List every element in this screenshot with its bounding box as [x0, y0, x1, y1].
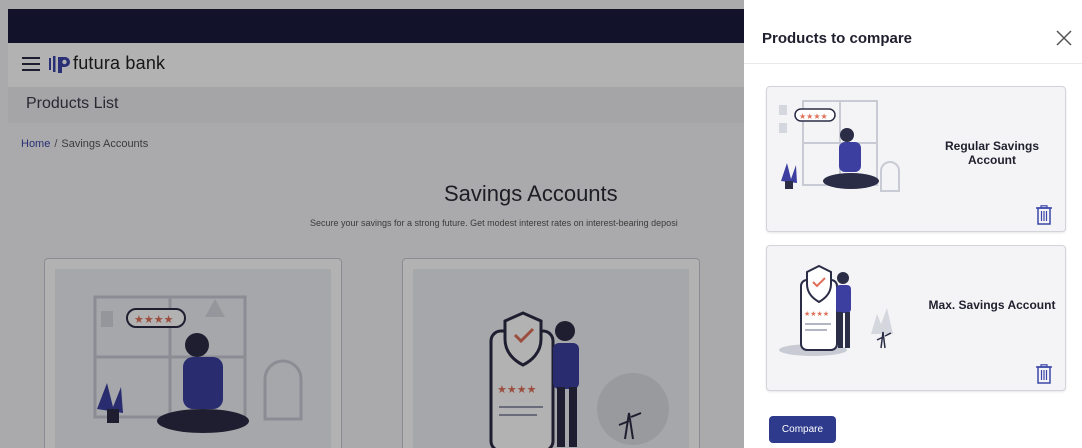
trash-icon[interactable]: [1035, 205, 1053, 225]
compare-item-max-savings: ★★★★ Max. Savings Account: [766, 245, 1066, 391]
compare-panel-title: Products to compare: [762, 30, 913, 47]
trash-icon[interactable]: [1035, 364, 1053, 384]
man-phone-shield-illustration: ★★★★: [779, 260, 893, 356]
modal-backdrop[interactable]: [0, 0, 744, 448]
compare-item-name: Regular Savings Account: [944, 139, 1040, 167]
compare-panel-header: Products to compare: [744, 0, 1082, 64]
woman-phone-illustration: ★★★★: [779, 100, 900, 192]
close-icon[interactable]: [1056, 30, 1072, 46]
compare-panel: Products to compare ★★★★ Regular Savings…: [744, 0, 1082, 448]
compare-item-regular-savings: ★★★★ Regular Savings Account: [766, 86, 1066, 232]
rating-stars: ★★★★: [799, 112, 828, 121]
compare-item-name: Max. Savings Account: [928, 298, 1056, 312]
compare-button[interactable]: Compare: [769, 416, 836, 443]
rating-stars: ★★★★: [804, 310, 829, 318]
